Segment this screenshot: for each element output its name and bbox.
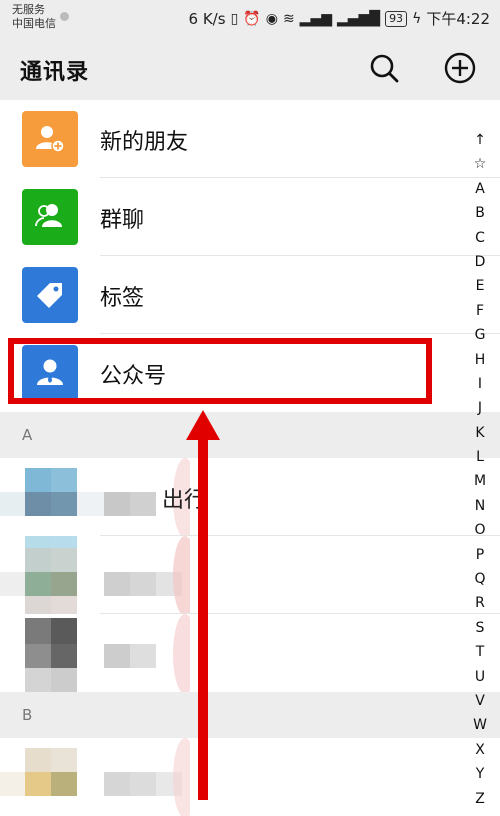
status-bar: 无服务 中国电信 6 K/s ▯ ⏰ ◉ ≋ ▂▄▆ ▂▄▆█ 93 ϟ 下午4… <box>0 0 500 36</box>
index-letter[interactable]: G <box>475 323 486 347</box>
contact-row[interactable] <box>0 738 500 816</box>
contact-row[interactable] <box>0 536 500 614</box>
menu-item-new-friends[interactable]: 新的朋友 <box>0 100 500 178</box>
index-letter[interactable]: W <box>473 713 487 737</box>
menu-item-official-accounts[interactable]: 公众号 <box>0 334 500 412</box>
index-letter[interactable]: F <box>476 299 484 323</box>
menu-item-label: 公众号 <box>100 364 167 389</box>
contacts-list: 新的朋友 群聊 标签 公众号 A 出行 B <box>0 100 500 816</box>
index-letter[interactable]: ↑ <box>474 128 486 152</box>
index-letter[interactable]: J <box>478 396 482 420</box>
signal-icon: ▂▄▆ <box>299 10 332 27</box>
status-icons: 6 K/s ▯ ⏰ ◉ ≋ ▂▄▆ ▂▄▆█ 93 ϟ 下午4:22 <box>189 8 490 29</box>
eye-icon: ◉ <box>265 10 278 27</box>
index-letter[interactable]: Z <box>475 787 485 811</box>
contact-name: 出行 <box>162 488 207 513</box>
menu-item-label: 新的朋友 <box>100 130 189 155</box>
index-letter[interactable]: R <box>475 591 485 615</box>
wifi-icon: ≋ <box>282 10 295 27</box>
search-button[interactable] <box>366 50 402 86</box>
index-letter[interactable]: H <box>475 348 486 372</box>
menu-item-tags[interactable]: 标签 <box>0 256 500 334</box>
index-letter[interactable]: B <box>475 201 485 225</box>
index-letter[interactable]: K <box>475 421 484 445</box>
carrier-line-2: 中国电信 <box>12 17 56 30</box>
plus-circle-icon <box>444 52 476 84</box>
index-letter[interactable]: X <box>475 738 485 762</box>
page-title: 通讯录 <box>20 60 90 85</box>
index-letter[interactable]: U <box>475 665 485 689</box>
index-letter[interactable]: T <box>476 640 485 664</box>
index-letter[interactable]: L <box>476 445 484 469</box>
carrier-line-1: 无服务 <box>12 3 45 16</box>
section-header-a: A <box>0 412 500 458</box>
contact-row[interactable] <box>0 614 500 692</box>
index-letter[interactable]: M <box>474 469 486 493</box>
contact-avatar <box>0 614 190 692</box>
contact-row[interactable]: 出行 <box>0 458 500 536</box>
alphabet-index-bar[interactable]: ↑ ☆ A B C D E F G H I J K L M N O P Q R S T U V W X Y Z <box>468 128 492 811</box>
section-letter: B <box>22 706 33 724</box>
index-letter[interactable]: Q <box>474 567 485 591</box>
alarm-icon: ⏰ <box>243 10 261 27</box>
index-letter[interactable]: ☆ <box>474 152 487 176</box>
section-letter: A <box>22 426 33 444</box>
add-friend-icon <box>22 111 78 167</box>
signal-4g-icon: ▂▄▆█ <box>336 10 381 27</box>
index-letter[interactable]: V <box>475 689 485 713</box>
official-account-icon <box>22 345 78 401</box>
index-letter[interactable]: Y <box>476 762 485 786</box>
index-letter[interactable]: O <box>474 518 485 542</box>
add-button[interactable] <box>442 50 478 86</box>
contact-avatar <box>0 536 190 614</box>
contact-avatar <box>0 738 190 816</box>
shield-icon <box>60 12 69 21</box>
group-chat-icon <box>22 189 78 245</box>
index-letter[interactable]: D <box>475 250 486 274</box>
header: 通讯录 <box>0 36 500 100</box>
menu-item-label: 标签 <box>100 286 145 311</box>
vibrate-icon: ▯ <box>230 10 239 27</box>
index-letter[interactable]: S <box>476 616 485 640</box>
section-header-b: B <box>0 692 500 738</box>
index-letter[interactable]: N <box>475 494 485 518</box>
index-letter[interactable]: E <box>476 274 485 298</box>
tag-icon <box>22 267 78 323</box>
index-letter[interactable]: I <box>478 372 482 396</box>
index-letter[interactable]: C <box>475 226 485 250</box>
index-letter[interactable]: P <box>476 543 484 567</box>
index-letter[interactable]: A <box>475 177 485 201</box>
carrier-info: 无服务 中国电信 <box>12 3 56 31</box>
clock: 下午4:22 <box>426 10 490 28</box>
menu-item-label: 群聊 <box>100 208 145 233</box>
battery-icon: 93 <box>385 10 408 27</box>
menu-item-group-chats[interactable]: 群聊 <box>0 178 500 256</box>
network-speed: 6 K/s <box>188 9 226 28</box>
search-icon <box>370 54 399 83</box>
charging-icon: ϟ <box>412 10 422 27</box>
